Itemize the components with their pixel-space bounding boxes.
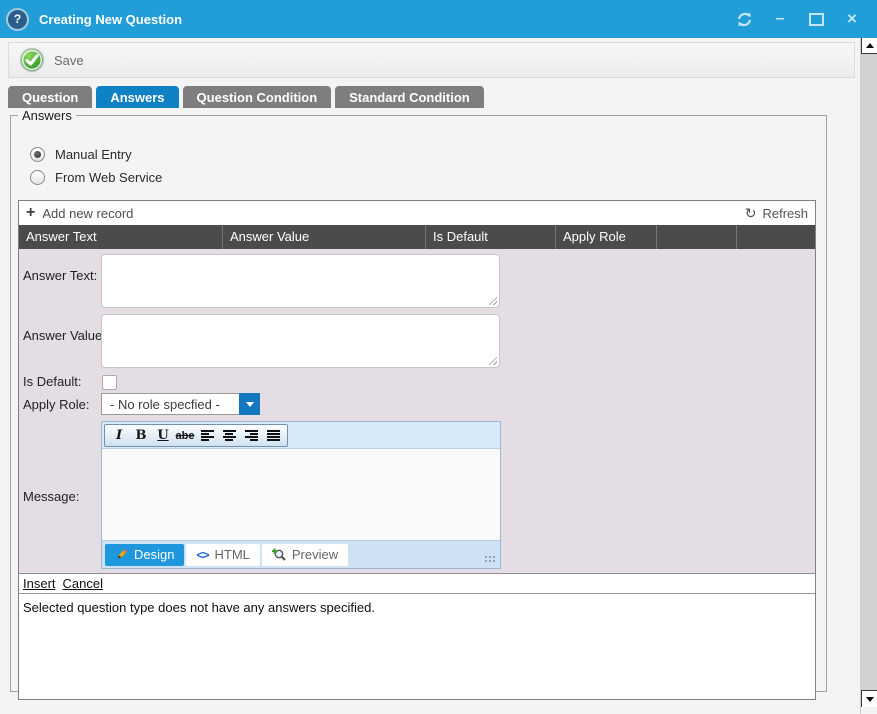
refresh-window-icon [736,11,753,28]
add-new-record-label: Add new record [42,206,133,221]
underline-button[interactable]: U [152,426,174,445]
refresh-window-icon[interactable] [735,10,753,28]
is-default-checkbox[interactable] [102,375,117,390]
message-editor: I B U abe [101,421,501,569]
editor-mode-design-label: Design [134,547,174,562]
editor-mode-html-label: HTML [214,547,249,562]
column-header-empty [657,225,737,249]
justify-button[interactable] [262,426,284,445]
scroll-down-button[interactable] [861,690,877,707]
window-title: Creating New Question [39,12,182,27]
grid-command-row: + Add new record ↻ Refresh [19,201,815,225]
align-left-icon [201,430,214,441]
radio-from-web-service-label: From Web Service [55,170,162,185]
command-toolbar: Save [8,42,855,78]
arrow-up-icon [866,43,874,48]
apply-role-dropdown[interactable]: - No role specfied - [101,393,260,415]
editor-mode-html[interactable]: <> HTML [186,544,259,566]
align-center-button[interactable] [218,426,240,445]
tab-answers[interactable]: Answers [96,86,178,108]
window-controls: – × [735,10,861,28]
tab-standard-condition[interactable]: Standard Condition [335,86,484,108]
answer-value-label: Answer Value: [23,328,106,343]
refresh-grid-button[interactable]: ↻ Refresh [745,206,808,221]
answer-text-label: Answer Text: [23,268,97,283]
dialog-window: ? Creating New Question – × [0,0,877,714]
apply-role-selected-value: - No role specfied - [101,393,239,415]
editor-resize-grip[interactable] [483,554,495,563]
cancel-link[interactable]: Cancel [63,576,103,591]
bold-button[interactable]: B [130,426,152,445]
editor-mode-preview-label: Preview [292,547,338,562]
align-right-icon [245,430,258,441]
tab-strip: Question Answers Question Condition Stan… [8,86,484,108]
save-check-icon [19,47,45,73]
edit-form-actions: Insert Cancel [19,574,815,594]
radio-button-icon [30,147,45,162]
scrollbar-track[interactable] [861,54,877,690]
minimize-button[interactable]: – [771,10,789,28]
column-header-is-default[interactable]: Is Default [426,225,556,249]
answers-grid: + Add new record ↻ Refresh Answer Text A… [18,200,816,700]
editor-toolbar: I B U abe [102,422,500,448]
grid-header-row: Answer Text Answer Value Is Default Appl… [19,225,815,249]
is-default-label: Is Default: [23,374,82,389]
radio-button-icon [30,170,45,185]
radio-manual-entry-label: Manual Entry [55,147,132,162]
radio-manual-entry[interactable]: Manual Entry [30,147,132,162]
message-edit-area[interactable] [102,448,500,541]
scroll-up-button[interactable] [861,38,877,54]
insert-link[interactable]: Insert [23,576,56,591]
column-header-empty [737,225,815,249]
maximize-button[interactable] [807,10,825,28]
plus-icon: + [26,206,35,220]
maximize-icon [809,13,824,26]
editor-mode-bar: Design <> HTML [102,541,500,568]
column-header-answer-value[interactable]: Answer Value [223,225,426,249]
save-button[interactable]: Save [19,47,84,73]
editor-mode-design[interactable]: Design [105,544,184,566]
answer-text-field-wrap [101,254,500,308]
grid-edit-form: Answer Text: Answer Value: Is Default: A… [19,249,815,574]
column-header-apply-role[interactable]: Apply Role [556,225,657,249]
close-button[interactable]: × [843,10,861,28]
align-left-button[interactable] [196,426,218,445]
dropdown-button[interactable] [239,393,260,415]
apply-role-label: Apply Role: [23,397,89,412]
grid-empty-message: Selected question type does not have any… [19,594,815,699]
pencil-icon [115,548,128,561]
align-center-icon [223,430,236,441]
answer-value-field[interactable] [101,314,500,368]
radio-from-web-service[interactable]: From Web Service [30,170,162,185]
align-right-button[interactable] [240,426,262,445]
answer-text-field[interactable] [101,254,500,308]
refresh-label: Refresh [762,206,808,221]
answers-fieldset: Answers Manual Entry From Web Service + … [10,108,827,692]
refresh-icon: ↻ [745,206,757,220]
strikethrough-button[interactable]: abe [174,426,196,445]
answer-value-field-wrap [101,314,500,368]
editor-mode-preview[interactable]: Preview [262,544,348,566]
code-brackets-icon: <> [196,548,208,562]
arrow-down-icon [866,697,874,702]
magnifier-plus-icon [272,548,286,562]
justify-icon [267,430,280,441]
add-new-record-button[interactable]: + Add new record [26,206,133,221]
save-label: Save [54,53,84,68]
tab-question[interactable]: Question [8,86,92,108]
tab-question-condition[interactable]: Question Condition [183,86,332,108]
editor-toolbar-group: I B U abe [104,424,288,447]
help-icon[interactable]: ? [8,10,27,29]
column-header-answer-text[interactable]: Answer Text [19,225,223,249]
message-label: Message: [23,489,79,504]
vertical-scrollbar [860,38,877,714]
italic-button[interactable]: I [108,426,130,445]
chevron-down-icon [246,402,254,407]
answers-legend: Answers [18,108,76,123]
titlebar: ? Creating New Question – × [0,0,877,38]
